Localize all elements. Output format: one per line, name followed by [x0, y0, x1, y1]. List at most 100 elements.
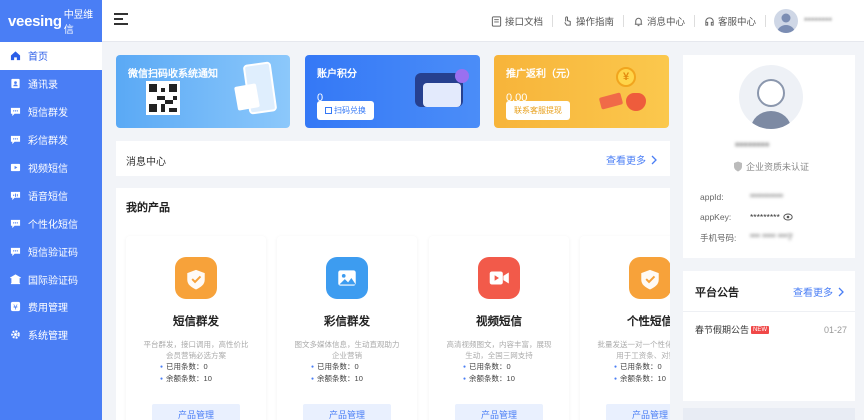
phone-row: 手机号码: *** **** ***7 — [700, 232, 793, 244]
remain-label: 余额条数： — [166, 374, 204, 383]
used-count: 已用条数：0 — [160, 361, 266, 373]
product-name: 彩信群发 — [324, 316, 370, 328]
remain-value: 10 — [506, 374, 515, 383]
yen-icon: ¥ — [10, 301, 21, 312]
chat-icon — [10, 246, 21, 257]
sidebar-item-7[interactable]: 短信验证码 — [0, 237, 102, 265]
phone-value: *** **** ***7 — [750, 232, 793, 242]
used-count: 已用条数：0 — [311, 361, 417, 373]
eye-icon[interactable] — [783, 213, 793, 221]
product-list: 短信群发平台群发，接口调用，高性价比会员营销必选方案已用条数：0余额条数：10产… — [116, 0, 670, 420]
product-icon — [629, 257, 670, 299]
product-manage-button[interactable]: 产品管理 — [455, 404, 543, 420]
sidebar-item-label: 短信验证码 — [28, 247, 78, 259]
used-label: 已用条数： — [469, 362, 507, 371]
phone-label: 手机号码: — [700, 233, 737, 243]
service-link[interactable]: 客服中心 — [704, 14, 756, 28]
product-desc: 平台群发，接口调用，高性价比会员营销必选方案 — [143, 340, 249, 360]
sidebar-item-1[interactable]: 通讯录 — [0, 70, 102, 98]
remain-count: 余额条数：10 — [463, 373, 569, 385]
used-label: 已用条数： — [620, 362, 658, 371]
divider — [693, 15, 695, 27]
announcements-more-link[interactable]: 查看更多 — [793, 284, 845, 299]
product-manage-button[interactable]: 产品管理 — [303, 404, 391, 420]
profile-name: ******** — [735, 141, 770, 153]
product-icon — [478, 257, 520, 299]
product-desc: 高清视频图文，内容丰富，展现生动，全国三网支持 — [446, 340, 552, 360]
remain-count: 余额条数：10 — [311, 373, 417, 385]
brand-logo[interactable]: veesing 中昱维信 — [0, 0, 102, 42]
sidebar-item-4[interactable]: 视频短信 — [0, 154, 102, 182]
product-icon — [175, 257, 217, 299]
remain-value: 10 — [657, 374, 666, 383]
sidebar-item-label: 个性化短信 — [28, 219, 78, 231]
sidebar-item-label: 语音短信 — [28, 191, 68, 203]
used-count: 已用条数：0 — [614, 361, 670, 373]
sidebar-item-8[interactable]: 国际验证码 — [0, 265, 102, 293]
product-manage-button[interactable]: 产品管理 — [152, 404, 240, 420]
logo-text: veesing — [8, 12, 62, 30]
appid-value: ********** — [750, 192, 784, 202]
headset-icon — [705, 16, 714, 26]
panel-footer — [683, 408, 855, 420]
product-card: 彩信群发图文多媒体信息，生动直观助力企业营销已用条数：0余额条数：10 产品管理 — [277, 236, 417, 420]
remain-value: 10 — [354, 374, 363, 383]
home-icon — [10, 50, 21, 61]
sidebar-item-label: 通讯录 — [28, 80, 58, 92]
sidebar-item-label: 短信群发 — [28, 108, 68, 120]
avatar[interactable] — [774, 9, 798, 33]
used-label: 已用条数： — [166, 362, 204, 371]
product-manage-button[interactable]: 产品管理 — [606, 404, 670, 420]
voice-icon — [10, 190, 21, 201]
logo-cn-text: 中昱维信 — [63, 10, 93, 36]
sidebar-item-label: 彩信群发 — [28, 136, 68, 148]
appid-label: appId: — [700, 192, 724, 202]
used-label: 已用条数： — [317, 362, 355, 371]
appkey-label: appKey: — [700, 212, 732, 222]
product-name: 个性短信 — [627, 316, 670, 328]
product-desc: 图文多媒体信息，生动直观助力企业营销 — [294, 340, 400, 360]
sidebar-item-label: 费用管理 — [28, 303, 68, 315]
sidebar-item-2[interactable]: 短信群发 — [0, 98, 102, 126]
sidebar-item-9[interactable]: ¥ 费用管理 — [0, 293, 102, 321]
sidebar-item-0[interactable]: 首页 — [0, 42, 102, 70]
sidebar-item-label: 首页 — [28, 52, 48, 64]
sidebar-item-6[interactable]: 个性化短信 — [0, 209, 102, 237]
announcements-more-label: 查看更多 — [793, 288, 833, 299]
cert-status[interactable]: 企业资质未认证 — [733, 160, 809, 173]
chat-icon — [10, 218, 21, 229]
sidebar-item-5[interactable]: 语音短信 — [0, 181, 102, 209]
sidebar-item-label: 国际验证码 — [28, 275, 78, 287]
chevron-right-icon — [838, 287, 844, 296]
appkey-row: appKey: ********* — [700, 212, 793, 222]
remain-count: 余额条数：10 — [614, 373, 670, 385]
used-value: 0 — [506, 362, 511, 371]
announcements-panel: 平台公告 查看更多 春节假期公告 NEW 01-27 — [683, 271, 855, 401]
appkey-value: ********* — [750, 212, 780, 222]
divider — [765, 15, 766, 27]
cert-status-label: 企业资质未认证 — [746, 162, 810, 172]
chat-icon — [10, 134, 21, 145]
remain-value: 10 — [203, 374, 212, 383]
remain-label: 余额条数： — [469, 374, 507, 383]
appid-row: appId: ********** — [700, 192, 783, 202]
remain-label: 余额条数： — [620, 374, 658, 383]
remain-count: 余额条数：10 — [160, 373, 266, 385]
list-item[interactable]: 春节假期公告 NEW 01-27 — [695, 323, 847, 336]
product-card: 视频短信高清视频图文，内容丰富，展现生动，全国三网支持已用条数：0 余额条数：10… — [429, 236, 569, 420]
service-label: 客服中心 — [717, 17, 756, 28]
product-card: 短信群发平台群发，接口调用，高性价比会员营销必选方案已用条数：0余额条数：10产… — [126, 236, 266, 420]
sidebar-item-10[interactable]: 系统管理 — [0, 321, 102, 349]
contacts-icon — [10, 78, 21, 89]
sidebar-item-3[interactable]: 彩信群发 — [0, 126, 102, 154]
new-badge: NEW — [751, 325, 770, 334]
announcements-title: 平台公告 — [695, 287, 739, 299]
chat-icon — [10, 106, 21, 117]
announcement-text: 春节假期公告 — [695, 325, 750, 335]
avatar[interactable] — [739, 65, 803, 129]
username[interactable]: ******** — [804, 16, 850, 26]
product-name: 视频短信 — [476, 316, 522, 328]
profile-panel: ******** 企业资质未认证 appId: ********** appKe… — [683, 55, 855, 258]
divider — [683, 311, 855, 312]
shield-icon — [734, 161, 742, 172]
